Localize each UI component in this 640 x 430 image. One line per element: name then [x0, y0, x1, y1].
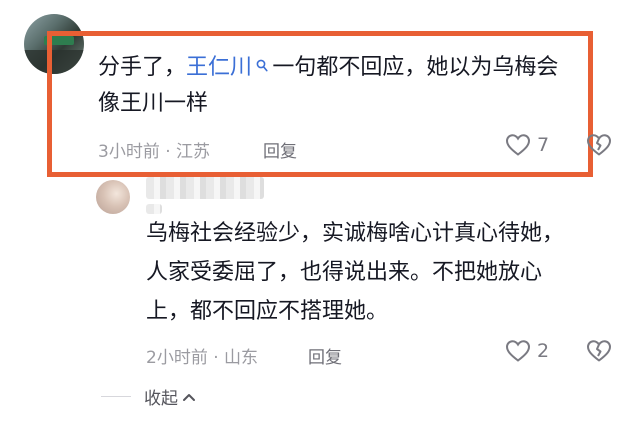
- blurred-username-fragment: [146, 204, 162, 214]
- mention-link[interactable]: 王仁川: [186, 55, 272, 80]
- collapse-divider: [101, 396, 131, 397]
- collapse-label[interactable]: 收起: [144, 384, 178, 409]
- collapse-replies-button[interactable]: 收起: [144, 384, 196, 409]
- broken-heart-icon[interactable]: [586, 339, 612, 363]
- heart-outline-icon[interactable]: [505, 339, 531, 363]
- comment-text-segment: 分手了，: [98, 55, 187, 80]
- reply-button[interactable]: 回复: [308, 343, 342, 368]
- search-icon[interactable]: [252, 59, 272, 77]
- dislike-button[interactable]: [586, 133, 612, 157]
- comment-time-location: 3小时前 · 江苏: [98, 142, 211, 162]
- comment-text-line: 分手了，王仁川 一句都不回应，她以为乌梅会: [98, 50, 558, 86]
- comment-text-line: 像王川一样: [98, 91, 209, 116]
- dislike-button[interactable]: [586, 339, 612, 363]
- like-button[interactable]: 2: [505, 339, 549, 363]
- like-button[interactable]: 7: [505, 133, 549, 157]
- heart-outline-icon[interactable]: [505, 133, 531, 157]
- comment-text-line: 人家受委屈了，也得说出来。不把她放心: [146, 260, 543, 285]
- chevron-up-icon[interactable]: [182, 392, 196, 402]
- replier-avatar[interactable]: [96, 180, 130, 214]
- blurred-username: [146, 177, 264, 199]
- mention-name[interactable]: 王仁川: [186, 55, 252, 80]
- reply-button[interactable]: 回复: [263, 137, 297, 162]
- comment-time-location: 2小时前 · 山东: [146, 348, 259, 368]
- like-count: 2: [537, 340, 550, 362]
- comment-text-line: 乌梅社会经验少，实诚梅啥心计真心待她，: [146, 221, 565, 246]
- comment-text-line: 上，都不回应不搭理她。: [146, 299, 389, 324]
- broken-heart-icon[interactable]: [586, 133, 612, 157]
- comment-text-segment: 一句都不回应，她以为乌梅会: [272, 55, 559, 80]
- like-count: 7: [537, 134, 550, 156]
